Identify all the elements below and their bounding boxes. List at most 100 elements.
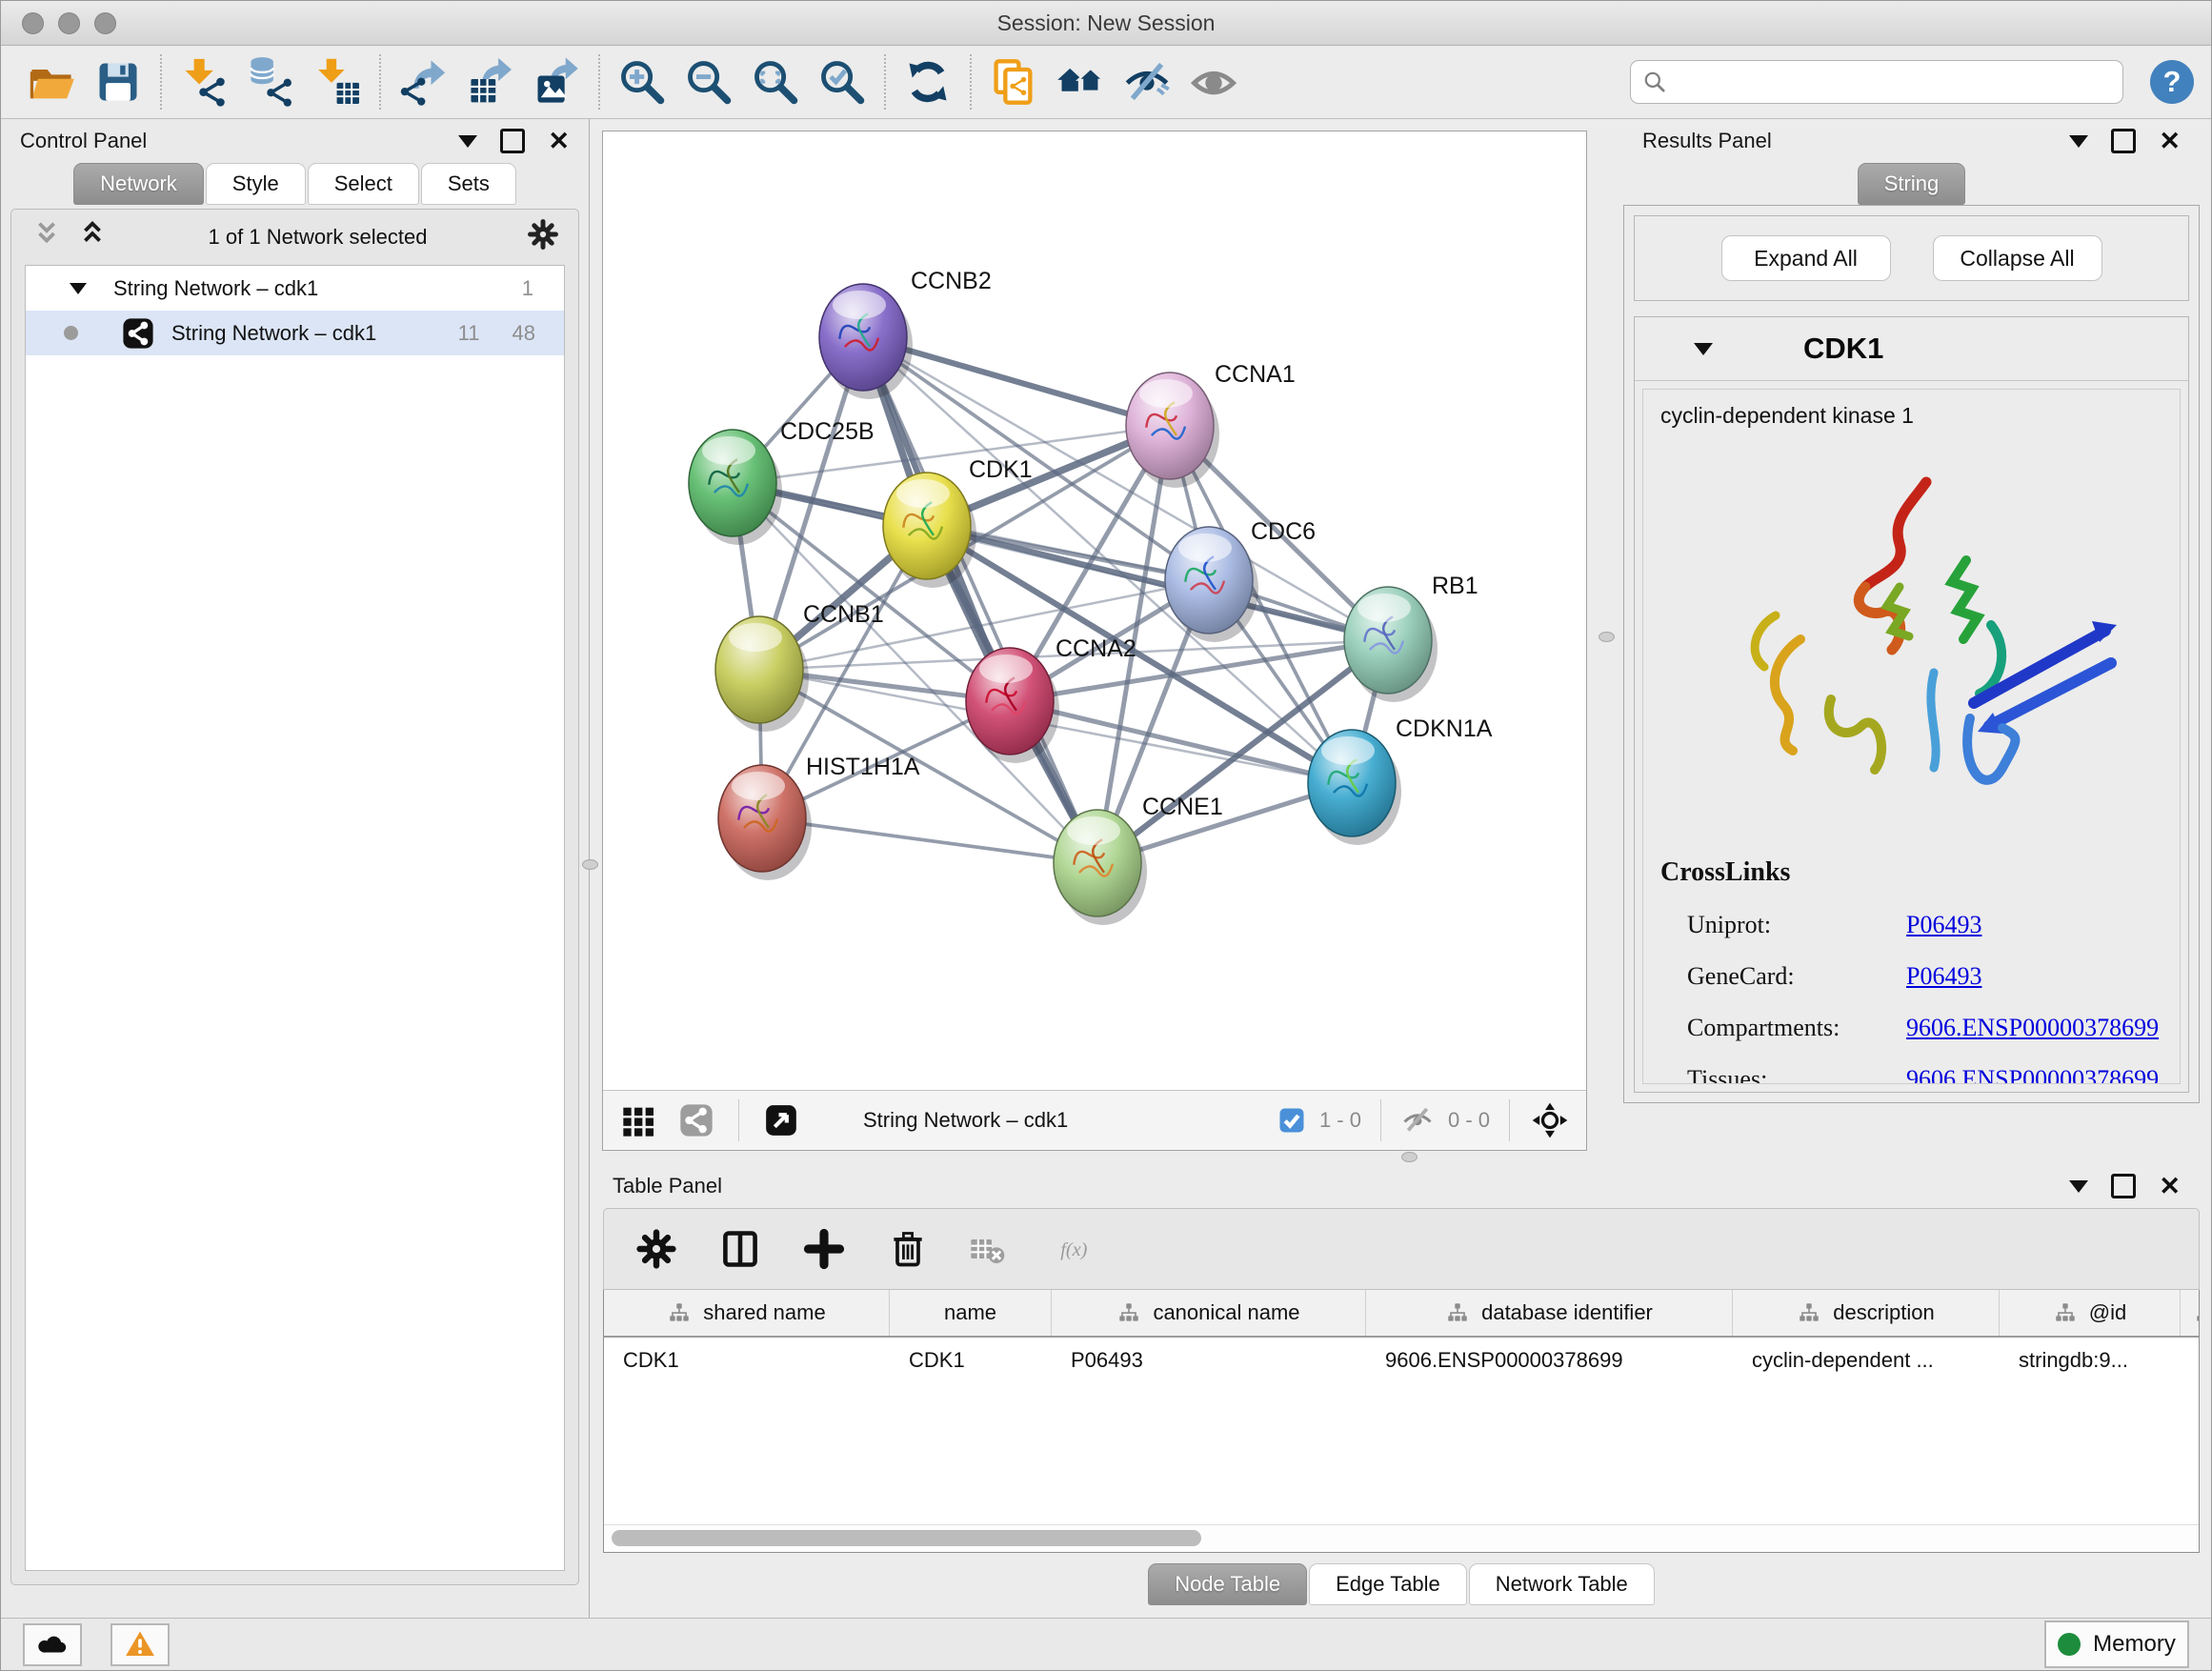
- open-session-button[interactable]: [18, 50, 85, 113]
- crosslink-link[interactable]: 9606.ENSP00000378699: [1906, 1014, 2159, 1042]
- hide-selected-icon: [1122, 57, 1172, 107]
- column-header--id[interactable]: @id: [2000, 1290, 2181, 1336]
- crosslink-link[interactable]: 9606.ENSP00000378699: [1906, 1065, 2159, 1084]
- panel-float-icon[interactable]: [2111, 1174, 2136, 1198]
- warning-status-button[interactable]: [111, 1623, 170, 1666]
- panel-close-icon[interactable]: ✕: [548, 129, 570, 154]
- node-table: shared namename canonical name database …: [603, 1290, 2200, 1553]
- column-header-shared-name[interactable]: shared name: [604, 1290, 890, 1336]
- tab-select[interactable]: Select: [308, 163, 419, 205]
- collapse-all-icon[interactable]: [30, 218, 63, 256]
- column-header-namespace[interactable]: namespace: [2181, 1290, 2200, 1336]
- save-session-button[interactable]: [85, 50, 151, 113]
- export-image-button[interactable]: [523, 50, 590, 113]
- node-label-CDK1: CDK1: [969, 456, 1033, 483]
- panel-close-icon[interactable]: ✕: [2159, 129, 2181, 154]
- tab-network-table[interactable]: Network Table: [1469, 1563, 1655, 1605]
- expand-all-button[interactable]: Expand All: [1721, 235, 1891, 281]
- grid-view-icon[interactable]: [618, 1099, 660, 1141]
- window-minimize-button[interactable]: [58, 12, 80, 34]
- birdseye-view-icon[interactable]: [760, 1099, 802, 1141]
- zoom-out-button[interactable]: [675, 50, 742, 113]
- duplicate-network-button[interactable]: [980, 50, 1047, 113]
- search-input[interactable]: [1675, 70, 2111, 94]
- tab-style[interactable]: Style: [206, 163, 306, 205]
- show-columns-icon[interactable]: [716, 1225, 764, 1273]
- gene-section-header[interactable]: CDK1: [1635, 317, 2188, 381]
- panel-close-icon[interactable]: ✕: [2159, 1174, 2181, 1199]
- network-node-CDKN1A[interactable]: CDKN1A: [1308, 715, 1493, 845]
- window-close-button[interactable]: [22, 12, 44, 34]
- tab-string[interactable]: String: [1858, 163, 1965, 205]
- network-node-RB1[interactable]: RB1: [1344, 573, 1478, 702]
- expand-all-icon[interactable]: [76, 218, 109, 256]
- crosslink-label: GeneCard:: [1687, 962, 1906, 991]
- network-node-CDC25B[interactable]: CDC25B: [689, 418, 875, 545]
- section-collapse-icon[interactable]: [1694, 343, 1713, 365]
- hide-selected-button[interactable]: [1114, 50, 1180, 113]
- panel-menu-icon[interactable]: [458, 135, 477, 157]
- crosslink-link[interactable]: P06493: [1906, 962, 1981, 991]
- crosslink-row: Tissues: 9606.ENSP00000378699: [1660, 1065, 2162, 1084]
- panel-resize-handle[interactable]: [1401, 1152, 1418, 1162]
- import-table-from-file-icon: [312, 57, 362, 107]
- network-node-CCNB1[interactable]: CCNB1: [715, 601, 884, 732]
- network-tree-row[interactable]: String Network – cdk1 11 48: [26, 311, 564, 355]
- network-node-CCNA2[interactable]: CCNA2: [966, 635, 1136, 763]
- import-table-from-file-button[interactable]: [304, 50, 371, 113]
- tree-collapse-icon[interactable]: [70, 283, 87, 303]
- column-header-database-identifier[interactable]: database identifier: [1366, 1290, 1733, 1336]
- toolbar-separator: [884, 54, 886, 110]
- table-horizontal-scrollbar[interactable]: [604, 1524, 2199, 1552]
- selected-checkbox-icon[interactable]: [1277, 1106, 1306, 1135]
- panel-resize-handle[interactable]: [582, 859, 598, 870]
- crosslink-label: Compartments:: [1687, 1014, 1906, 1042]
- add-column-icon[interactable]: [800, 1225, 848, 1273]
- export-network-button[interactable]: [390, 50, 456, 113]
- fit-content-button[interactable]: [742, 50, 809, 113]
- table-row[interactable]: CDK1CDK1P064939606.ENSP00000378699cyclin…: [604, 1338, 2199, 1383]
- column-header-description[interactable]: description: [1733, 1290, 2000, 1336]
- search-box[interactable]: [1630, 60, 2123, 104]
- first-neighbors-button[interactable]: [1047, 50, 1114, 113]
- tab-sets[interactable]: Sets: [421, 163, 516, 205]
- panel-float-icon[interactable]: [500, 129, 525, 153]
- network-node-CCNE1[interactable]: CCNE1: [1054, 794, 1223, 925]
- import-network-from-file-button[interactable]: [171, 50, 237, 113]
- tab-node-table[interactable]: Node Table: [1148, 1563, 1307, 1605]
- import-network-from-database-button[interactable]: [237, 50, 304, 113]
- crosslink-link[interactable]: P06493: [1906, 911, 1981, 939]
- export-table-button[interactable]: [456, 50, 523, 113]
- panel-float-icon[interactable]: [2111, 129, 2136, 153]
- column-header-name[interactable]: name: [890, 1290, 1052, 1336]
- gear-icon[interactable]: [527, 218, 559, 256]
- panel-menu-icon[interactable]: [2069, 1180, 2088, 1202]
- panel-resize-handle[interactable]: [1599, 632, 1615, 642]
- network-canvas[interactable]: CCNB2 CCNA1 CDC25B CDK1 CDC6 RB1 CCNB1 C…: [603, 131, 1586, 1090]
- network-badge-icon[interactable]: [675, 1099, 717, 1141]
- column-header-canonical-name[interactable]: canonical name: [1052, 1290, 1366, 1336]
- tab-network[interactable]: Network: [73, 163, 204, 205]
- collapse-all-button[interactable]: Collapse All: [1933, 235, 2102, 281]
- help-button[interactable]: ?: [2150, 60, 2194, 104]
- network-node-CDC6[interactable]: CDC6: [1165, 518, 1316, 642]
- network-node-HIST1H1A[interactable]: HIST1H1A: [718, 754, 920, 880]
- apply-layout-button[interactable]: [895, 50, 961, 113]
- network-node-CCNB2[interactable]: CCNB2: [819, 268, 992, 399]
- scrollbar-thumb[interactable]: [612, 1530, 1201, 1546]
- cloud-status-button[interactable]: [23, 1623, 82, 1666]
- network-tree-row[interactable]: String Network – cdk1 1: [26, 266, 564, 311]
- pan-crosshair-icon[interactable]: [1529, 1099, 1571, 1141]
- node-label-CCNE1: CCNE1: [1142, 794, 1223, 820]
- memory-button[interactable]: Memory: [2044, 1621, 2189, 1668]
- panel-menu-icon[interactable]: [2069, 135, 2088, 157]
- memory-status-dot: [2058, 1633, 2081, 1656]
- delete-column-trash-icon[interactable]: [884, 1225, 932, 1273]
- zoom-in-button[interactable]: [609, 50, 675, 113]
- zoom-selected-button[interactable]: [809, 50, 875, 113]
- hidden-counts: 0 - 0: [1448, 1108, 1490, 1133]
- table-settings-gear-icon[interactable]: [633, 1225, 680, 1273]
- tab-edge-table[interactable]: Edge Table: [1309, 1563, 1467, 1605]
- show-all-button[interactable]: [1180, 50, 1247, 113]
- window-zoom-button[interactable]: [94, 12, 116, 34]
